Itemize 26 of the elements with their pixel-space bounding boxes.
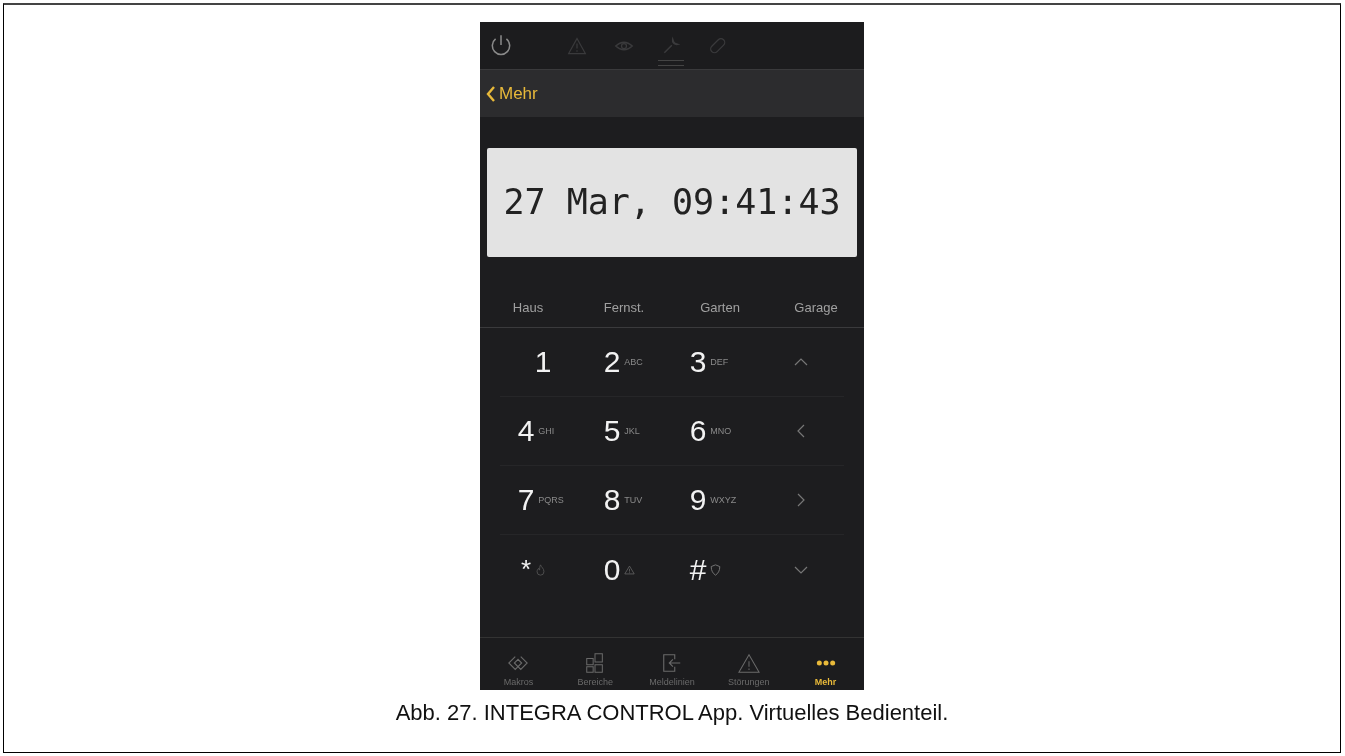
more-icon: [815, 659, 836, 667]
chevron-left-icon: [486, 84, 496, 103]
enter-icon: [661, 652, 683, 674]
warning-icon: [737, 652, 760, 674]
keypad-key[interactable]: 1: [500, 328, 586, 397]
keypad-key[interactable]: *: [500, 535, 586, 604]
lcd-display: 27 Mar, 09:41:43: [487, 147, 857, 257]
chevron-up-icon: [794, 358, 808, 366]
partition-tab[interactable]: Garage: [768, 287, 864, 327]
bandage-icon[interactable]: [708, 35, 728, 56]
keypad-key[interactable]: #: [672, 535, 758, 604]
chevron-right-icon: [797, 493, 805, 507]
partition-tab[interactable]: Garten: [672, 287, 768, 327]
partition-tab[interactable]: Haus: [480, 287, 576, 327]
warning-icon: [624, 563, 636, 576]
keypad-key[interactable]: 0: [586, 535, 672, 604]
partition-tab[interactable]: Fernst.: [576, 287, 672, 327]
flame-icon: [535, 563, 547, 576]
chevron-down-icon: [794, 565, 808, 574]
shield-icon: [710, 563, 722, 576]
warning-icon[interactable]: [567, 35, 587, 56]
tab-bar-item[interactable]: Mehr: [787, 638, 864, 690]
chevron-left-icon: [797, 424, 805, 438]
drag-handle[interactable]: [658, 60, 684, 66]
figure-caption: Abb. 27. INTEGRA CONTROL App. Virtuelles Bedienteil.: [395, 700, 949, 726]
back-button[interactable]: Mehr: [480, 83, 544, 104]
